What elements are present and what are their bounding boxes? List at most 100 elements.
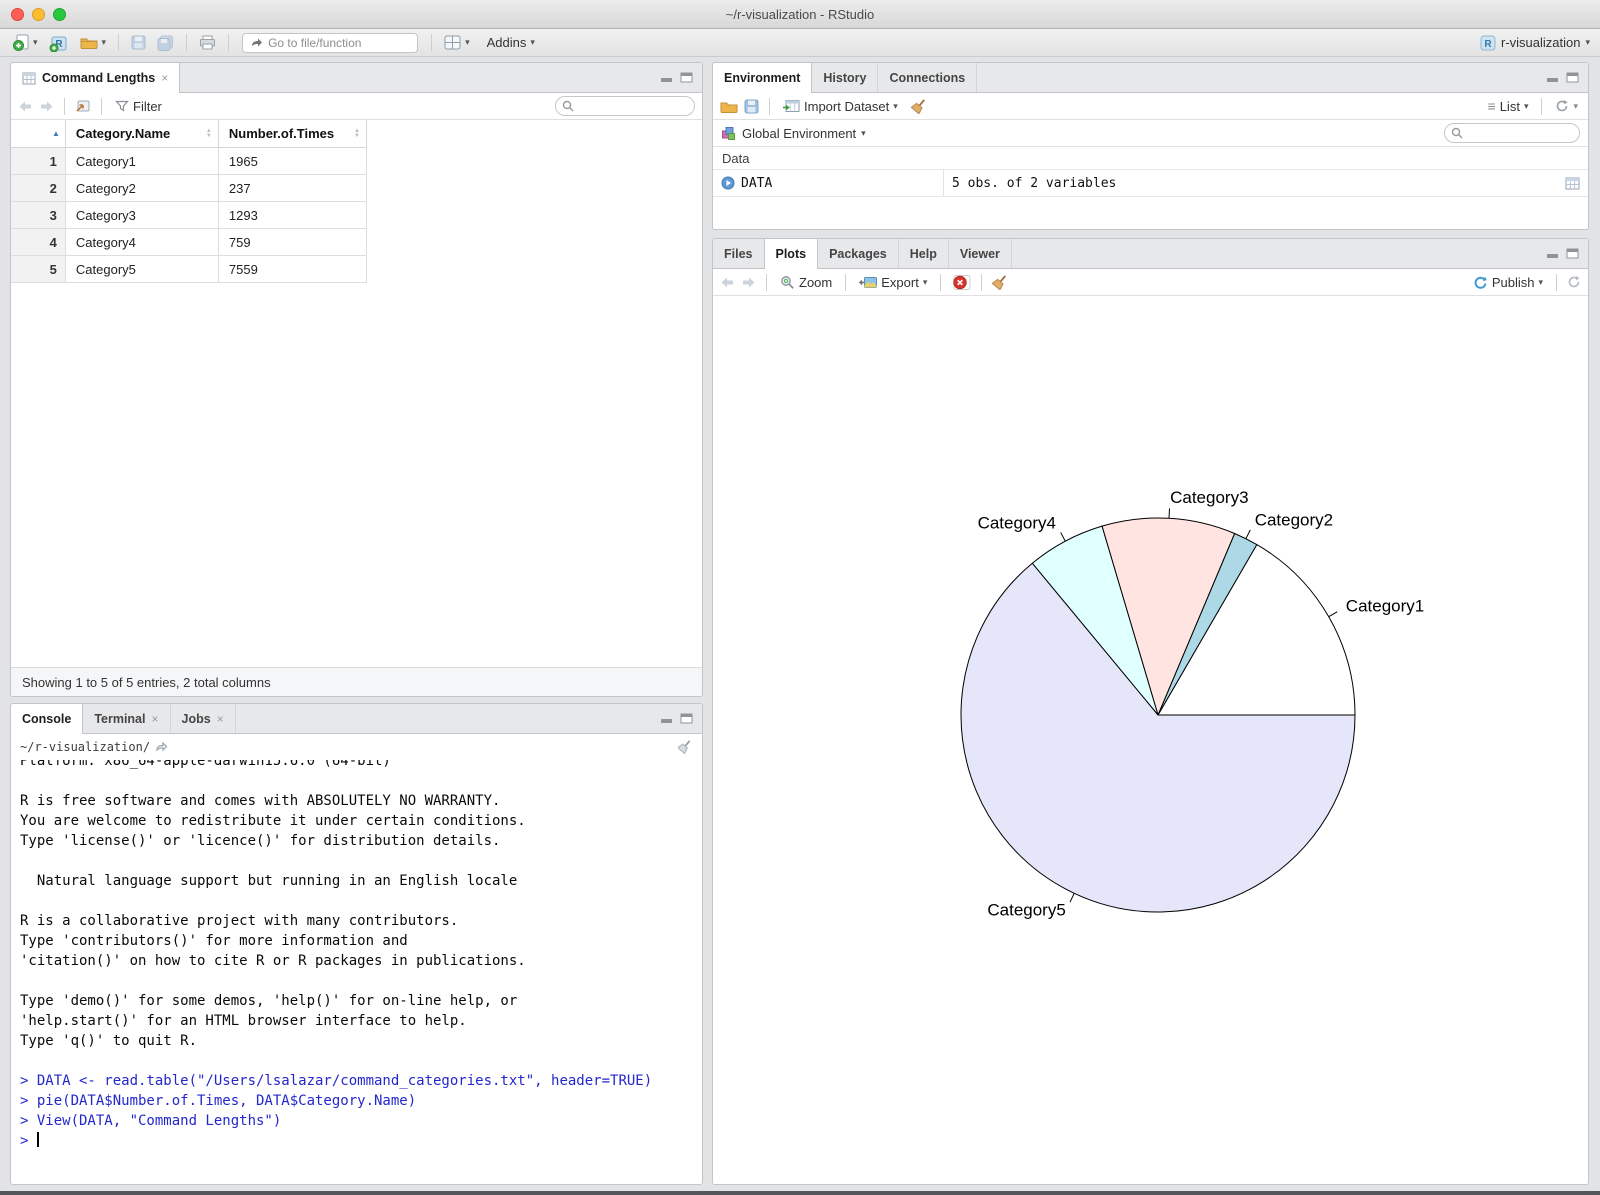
data-viewer-toolbar: Filter	[11, 93, 702, 120]
close-tab-icon[interactable]: ×	[151, 712, 158, 726]
forward-icon[interactable]	[39, 100, 54, 113]
goto-directory-arrow-icon[interactable]	[155, 741, 168, 752]
clear-environment-broom-icon[interactable]	[910, 98, 927, 114]
chevron-down-icon: ▾	[101, 37, 107, 47]
close-tab-icon[interactable]: ×	[161, 71, 168, 85]
view-data-grid-icon[interactable]	[1565, 177, 1580, 190]
refresh-plot-icon[interactable]	[1567, 275, 1581, 289]
open-file-button[interactable]: ▾	[77, 34, 110, 51]
scope-label: Global Environment	[742, 125, 857, 141]
tab-environment[interactable]: Environment	[713, 63, 813, 93]
save-all-button[interactable]	[154, 33, 177, 53]
console-output[interactable]: Platform: x86_64-apple-darwin15.6.0 (64-…	[11, 760, 702, 1183]
number-of-times-cell: 759	[219, 229, 367, 255]
column-header-category-name[interactable]: Category.Name ▲ ▼	[66, 120, 219, 147]
project-selector[interactable]: R r-visualization ▾	[1480, 35, 1590, 51]
tab-label: Command Lengths	[42, 71, 156, 85]
category-name-cell: Category5	[66, 256, 219, 282]
tab-history[interactable]: History	[812, 63, 879, 92]
console-line: R is a collaborative project with many c…	[20, 913, 459, 929]
pie-label-category2: Category2	[1255, 511, 1333, 530]
clear-all-plots-broom-icon[interactable]	[992, 274, 1008, 290]
environment-scope-selector[interactable]: Global Environment ▾	[742, 126, 866, 141]
category-name-cell: Category3	[66, 202, 219, 228]
addins-label: Addins	[486, 35, 527, 50]
new-project-button[interactable]: R	[46, 32, 72, 54]
minimize-pane-icon[interactable]	[1546, 248, 1559, 259]
list-view-button[interactable]: ≡ List ▾	[1485, 96, 1532, 116]
close-tab-icon[interactable]: ×	[217, 712, 224, 726]
minimize-pane-icon[interactable]	[660, 72, 673, 83]
minimize-window-button[interactable]	[32, 8, 45, 21]
tab-files[interactable]: Files	[713, 239, 765, 268]
goto-file-function-box[interactable]	[242, 32, 424, 53]
save-workspace-icon[interactable]	[744, 99, 759, 114]
environment-object-row[interactable]: DATA 5 obs. of 2 variables	[713, 170, 1588, 197]
window-bottom-edge	[0, 1191, 1600, 1195]
tab-label: Console	[22, 712, 72, 726]
table-row: 3 Category3 1293	[11, 202, 367, 229]
pane-layout-grid-icon	[444, 35, 461, 50]
addins-button[interactable]: Addins ▾	[484, 33, 538, 52]
new-file-button[interactable]: ▾	[10, 32, 41, 53]
maximize-pane-icon[interactable]	[680, 72, 693, 83]
table-search-box[interactable]	[555, 96, 695, 116]
list-icon: ≡	[1487, 98, 1496, 114]
pane-layout-button[interactable]: ▾	[441, 33, 473, 52]
zoom-plot-button[interactable]: Zoom	[777, 273, 835, 292]
sort-ascending-icon: ▲	[51, 128, 60, 138]
toolbar-separator	[101, 97, 102, 115]
zoom-magnifier-icon	[780, 275, 795, 290]
console-pane: Console Terminal × Jobs × ~/r-visualizat…	[10, 703, 703, 1185]
remove-plot-icon[interactable]	[951, 274, 971, 291]
object-name: DATA	[741, 175, 773, 191]
tab-connections[interactable]: Connections	[878, 63, 978, 92]
minimize-pane-icon[interactable]	[660, 713, 673, 724]
tab-help[interactable]: Help	[899, 239, 949, 268]
tab-command-lengths[interactable]: Command Lengths ×	[11, 63, 181, 93]
maximize-pane-icon[interactable]	[1566, 72, 1579, 83]
print-button[interactable]	[196, 33, 219, 52]
refresh-environment-button[interactable]: ▾	[1552, 97, 1581, 115]
expand-object-icon[interactable]	[721, 176, 735, 190]
toolbar-separator	[64, 97, 65, 115]
filter-button[interactable]: Filter	[112, 97, 165, 116]
maximize-pane-icon[interactable]	[680, 713, 693, 724]
minimize-pane-icon[interactable]	[1546, 72, 1559, 83]
row-number-cell: 2	[11, 175, 66, 201]
goto-file-function-input[interactable]	[268, 35, 424, 50]
table-search-input[interactable]	[578, 99, 688, 113]
next-plot-icon[interactable]	[741, 276, 756, 289]
tab-plots[interactable]: Plots	[763, 239, 819, 269]
export-plot-button[interactable]: Export ▾	[856, 273, 930, 292]
column-header-number-of-times[interactable]: Number.of.Times ▲ ▼	[219, 120, 367, 147]
fullscreen-window-button[interactable]	[53, 8, 66, 21]
previous-plot-icon[interactable]	[720, 276, 735, 289]
sort-arrows-icon: ▲ ▼	[205, 127, 212, 139]
environment-search-input[interactable]	[1467, 126, 1573, 140]
zoom-label: Zoom	[799, 274, 833, 290]
tab-terminal[interactable]: Terminal ×	[83, 704, 171, 733]
tab-viewer[interactable]: Viewer	[949, 239, 1012, 268]
environment-search-box[interactable]	[1444, 123, 1580, 143]
row-number-header[interactable]: ▲	[11, 120, 66, 147]
import-dataset-button[interactable]: Import Dataset ▾	[780, 97, 901, 116]
back-icon[interactable]	[18, 100, 33, 113]
svg-text:R: R	[1484, 39, 1492, 50]
tab-packages[interactable]: Packages	[818, 239, 899, 268]
clear-console-broom-icon[interactable]	[678, 739, 693, 754]
save-button[interactable]	[128, 33, 149, 52]
maximize-pane-icon[interactable]	[1566, 248, 1579, 259]
tab-jobs[interactable]: Jobs ×	[171, 704, 236, 733]
tab-console[interactable]: Console	[11, 704, 84, 734]
close-window-button[interactable]	[11, 8, 24, 21]
open-in-new-window-icon[interactable]	[75, 99, 91, 113]
load-workspace-icon[interactable]	[720, 100, 738, 113]
publish-button[interactable]: Publish ▾	[1470, 273, 1546, 292]
toolbar-separator	[118, 34, 120, 51]
sort-arrows-icon: ▲ ▼	[354, 127, 360, 139]
chevron-down-icon: ▾	[33, 37, 38, 47]
import-dataset-label: Import Dataset	[804, 98, 890, 114]
